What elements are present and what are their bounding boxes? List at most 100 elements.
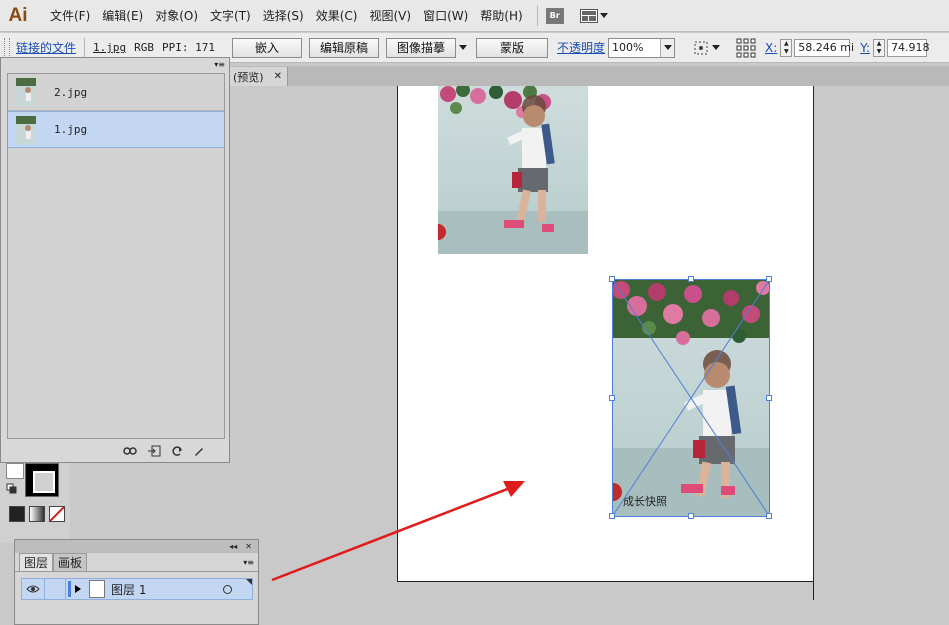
chevron-down-icon xyxy=(663,45,672,50)
fill-swatch[interactable] xyxy=(6,463,24,479)
menu-divider xyxy=(536,5,538,26)
layers-tabs: 图层 画板 ▾≡ xyxy=(15,553,258,572)
menu-effect[interactable]: 效果(C) xyxy=(310,0,364,32)
x-stepper[interactable]: ▲ ▼ xyxy=(780,38,793,57)
link-name: 1.jpg xyxy=(54,123,88,136)
layer-name[interactable]: 图层 1 xyxy=(111,581,146,598)
file-name-link[interactable]: 1.jpg xyxy=(93,41,126,54)
eye-icon xyxy=(26,585,40,593)
resize-handle-se[interactable] xyxy=(766,513,772,519)
links-panel-footer xyxy=(7,441,225,461)
up-arrow-icon[interactable]: ▲ xyxy=(874,40,884,48)
menu-window[interactable]: 窗口(W) xyxy=(417,0,474,32)
embed-button[interactable]: 嵌入 xyxy=(232,37,302,58)
edit-original-icon[interactable] xyxy=(193,445,205,457)
color-mode-label: RGB xyxy=(134,41,155,54)
resize-handle-n[interactable] xyxy=(688,276,694,282)
bridge-button[interactable]: Br xyxy=(545,7,564,24)
resize-handle-s[interactable] xyxy=(688,513,694,519)
opacity-link[interactable]: 不透明度 xyxy=(557,39,605,56)
resize-handle-e[interactable] xyxy=(766,395,772,401)
document-tab-strip: (预览) ✕ xyxy=(230,66,949,86)
resize-handle-ne[interactable] xyxy=(766,276,772,282)
y-label[interactable]: Y: xyxy=(860,41,870,55)
workspace-layout-icon xyxy=(579,8,598,23)
control-bar-grip[interactable] xyxy=(4,37,10,58)
link-name: 2.jpg xyxy=(54,85,88,99)
tab-layers[interactable]: 图层 xyxy=(19,553,54,571)
default-colors-icon[interactable] xyxy=(6,483,18,495)
resize-handle-w[interactable] xyxy=(609,395,615,401)
layers-panel-titlebar: ◂◂ ✕ xyxy=(15,540,258,553)
close-icon[interactable]: ✕ xyxy=(245,542,252,551)
workspace-switcher-button[interactable] xyxy=(579,8,608,23)
stroke-swatch[interactable] xyxy=(25,463,59,497)
selection-diagonals xyxy=(612,279,770,517)
x-label[interactable]: X: xyxy=(765,41,777,55)
link-item-selected[interactable]: 1.jpg xyxy=(8,111,224,148)
document-tab[interactable]: (预览) ✕ xyxy=(230,67,288,86)
target-circle-icon[interactable] xyxy=(223,584,232,594)
edit-original-button[interactable]: 编辑原稿 xyxy=(309,37,379,58)
menu-type[interactable]: 文字(T) xyxy=(204,0,257,32)
placed-image-2[interactable] xyxy=(438,86,588,254)
image-trace-dropdown[interactable] xyxy=(459,45,467,50)
resize-handle-nw[interactable] xyxy=(609,276,615,282)
tools-panel xyxy=(0,463,70,543)
menu-bar: Ai 文件(F) 编辑(E) 对象(O) 文字(T) 选择(S) 效果(C) 视… xyxy=(0,0,949,32)
transform-grid-icon[interactable] xyxy=(736,38,756,58)
expand-layer-button[interactable] xyxy=(71,585,85,593)
dropdown-arrow xyxy=(660,38,675,57)
link-thumbnail xyxy=(16,78,36,106)
down-arrow-icon[interactable]: ▼ xyxy=(874,48,884,56)
chevron-down-icon xyxy=(459,45,467,50)
panel-menu-button[interactable]: ▾≡ xyxy=(1,58,229,70)
menu-edit[interactable]: 编辑(E) xyxy=(96,0,149,32)
opacity-value: 100% xyxy=(612,41,644,54)
y-input[interactable]: 74.918 xyxy=(887,38,930,57)
down-arrow-icon[interactable]: ▼ xyxy=(781,48,791,56)
panel-menu-button[interactable]: ▾≡ xyxy=(243,558,254,567)
triangle-right-icon xyxy=(75,585,81,593)
x-input[interactable]: 58.246 mi xyxy=(794,38,854,57)
image-trace-button[interactable]: 图像描摹 xyxy=(386,37,456,58)
relink-icon[interactable] xyxy=(123,446,137,456)
close-icon[interactable]: ✕ xyxy=(274,71,282,82)
visibility-toggle[interactable] xyxy=(22,584,44,594)
reference-point-button[interactable] xyxy=(693,40,721,56)
linked-file-link[interactable]: 链接的文件 xyxy=(16,39,76,56)
opacity-select[interactable]: 100% xyxy=(608,37,676,58)
chevron-down-icon xyxy=(712,45,721,50)
up-arrow-icon[interactable]: ▲ xyxy=(781,40,791,48)
menu-help[interactable]: 帮助(H) xyxy=(474,0,528,32)
ppi-label: PPI: 171 xyxy=(162,41,215,54)
menu-select[interactable]: 选择(S) xyxy=(257,0,310,32)
none-mode-button[interactable] xyxy=(49,506,65,522)
lock-toggle[interactable] xyxy=(44,579,66,599)
gradient-mode-button[interactable] xyxy=(29,506,45,522)
layer-row[interactable]: 图层 1 xyxy=(21,578,253,600)
y-stepper[interactable]: ▲ ▼ xyxy=(873,38,886,57)
control-divider xyxy=(84,37,86,58)
go-to-link-icon[interactable] xyxy=(147,445,161,457)
photo-child-2 xyxy=(438,86,588,254)
app-logo: Ai xyxy=(8,4,28,26)
mask-button[interactable]: 蒙版 xyxy=(476,37,548,58)
menu-object[interactable]: 对象(O) xyxy=(149,0,204,32)
collapse-icon[interactable]: ◂◂ xyxy=(229,542,237,551)
none-icon xyxy=(49,506,65,522)
document-tab-label: (预览) xyxy=(233,70,264,84)
links-list: 2.jpg 1.jpg xyxy=(7,73,225,439)
update-link-icon[interactable] xyxy=(171,445,183,457)
tab-artboards[interactable]: 画板 xyxy=(53,553,88,571)
color-mode-button[interactable] xyxy=(9,506,25,522)
menu-file[interactable]: 文件(F) xyxy=(44,0,96,32)
chevron-down-icon xyxy=(599,13,608,18)
links-panel: ▾≡ 2.jpg 1.jpg xyxy=(0,57,230,463)
layers-panel: ◂◂ ✕ 图层 画板 ▾≡ 图层 1 xyxy=(14,539,259,625)
link-thumbnail xyxy=(16,115,36,144)
link-item[interactable]: 2.jpg xyxy=(8,74,224,111)
resize-handle-sw[interactable] xyxy=(609,513,615,519)
selection-bounding-box[interactable] xyxy=(609,276,772,519)
menu-view[interactable]: 视图(V) xyxy=(363,0,417,32)
